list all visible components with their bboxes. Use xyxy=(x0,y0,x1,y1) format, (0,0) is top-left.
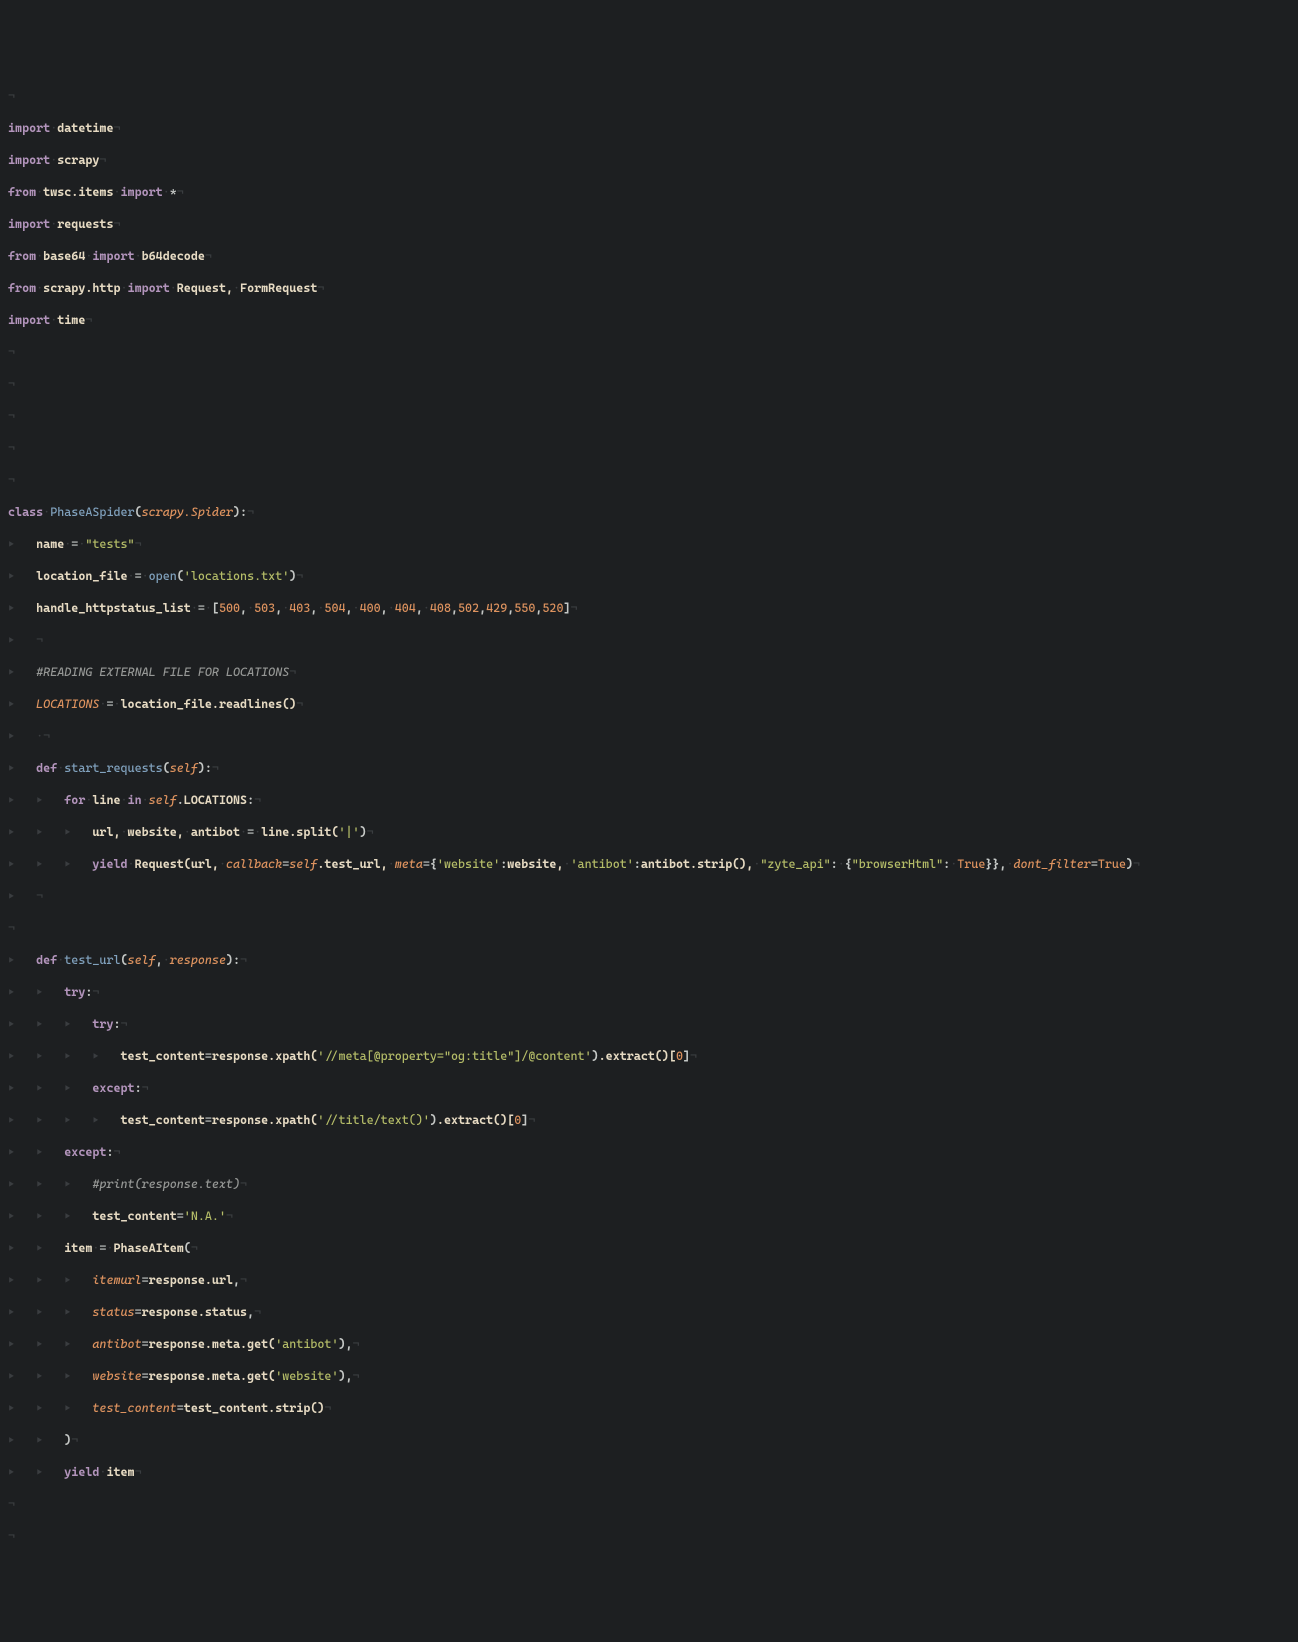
code-line: ▸ ▸ ▸ except:¬ xyxy=(8,1080,1290,1096)
code-line: ▸ ▸ except:¬ xyxy=(8,1144,1290,1160)
code-line: ▸ ▸ ▸ itemurl=response.url,¬ xyxy=(8,1272,1290,1288)
code-line: ▸ #READING EXTERNAL FILE FOR LOCATIONS¬ xyxy=(8,664,1290,680)
open-arg: 'locations.txt' xyxy=(184,569,289,583)
class-name: PhaseASpider xyxy=(50,505,134,519)
code-line: class·PhaseASpider(scrapy.Spider):¬ xyxy=(8,504,1290,520)
code-line: ▸ ▸ try:¬ xyxy=(8,984,1290,1000)
code-line: ¬ xyxy=(8,920,1290,936)
code-line: ▸ ▸ ▸ #print(response.text)¬ xyxy=(8,1176,1290,1192)
class-base: scrapy.Spider xyxy=(142,505,233,519)
code-line: ¬ xyxy=(8,376,1290,392)
code-line: ▸ ▸ item·=·PhaseAItem(¬ xyxy=(8,1240,1290,1256)
code-line: from·scrapy.http·import·Request,·FormReq… xyxy=(8,280,1290,296)
newline-marker: ¬ xyxy=(8,89,15,103)
code-line: ▸ def·test_url(self,·response):¬ xyxy=(8,952,1290,968)
code-line: ▸ ▸ for·line·in·self.LOCATIONS:¬ xyxy=(8,792,1290,808)
code-line: ▸ ▸ ▸ url,·website,·antibot·=·line.split… xyxy=(8,824,1290,840)
code-line: ▸ ▸ )¬ xyxy=(8,1432,1290,1448)
code-line: import·datetime¬ xyxy=(8,120,1290,136)
code-line: ▸ ▸ ▸ website=response.meta.get('website… xyxy=(8,1368,1290,1384)
code-line: ¬ xyxy=(8,344,1290,360)
name-value: "tests" xyxy=(85,537,134,551)
code-line: ▸ ▸ ▸ status=response.status,¬ xyxy=(8,1304,1290,1320)
na-value: 'N.A.' xyxy=(184,1209,226,1223)
code-line: ▸ name·=·"tests"¬ xyxy=(8,536,1290,552)
code-line: ¬ xyxy=(8,408,1290,424)
code-line: ▸ def·start_requests(self):¬ xyxy=(8,760,1290,776)
code-line: ¬ xyxy=(8,88,1290,104)
code-line: from·twsc.items·import·*¬ xyxy=(8,184,1290,200)
item-class: PhaseAItem xyxy=(113,1241,183,1255)
xpath2: '//title/text()' xyxy=(317,1113,430,1127)
code-editor[interactable]: ¬ import·datetime¬ import·scrapy¬ from·t… xyxy=(8,72,1290,1560)
code-line: import·requests¬ xyxy=(8,216,1290,232)
code-line: ▸ ▸ ▸ test_content='N.A.'¬ xyxy=(8,1208,1290,1224)
code-line: ▸ ▸ ▸ yield·Request(url,·callback=self.t… xyxy=(8,856,1290,872)
code-line: import·time¬ xyxy=(8,312,1290,328)
code-line: ▸ ▸ ▸ test_content=test_content.strip()¬ xyxy=(8,1400,1290,1416)
xpath1: '//meta[@property="og:title"]/@content' xyxy=(317,1049,591,1063)
code-line: ¬ xyxy=(8,1496,1290,1512)
code-line: ¬ xyxy=(8,1528,1290,1544)
code-line: ▸ ▸ ▸ try:¬ xyxy=(8,1016,1290,1032)
code-line: ▸ location_file·=·open('locations.txt')¬ xyxy=(8,568,1290,584)
code-line: import·scrapy¬ xyxy=(8,152,1290,168)
comment-reading: #READING EXTERNAL FILE FOR LOCATIONS xyxy=(36,665,289,679)
code-line: ▸ ▸ ▸ ▸ test_content=response.xpath('//m… xyxy=(8,1048,1290,1064)
code-line: ▸ ▸ yield·item¬ xyxy=(8,1464,1290,1480)
code-line: ▸ ·¬ xyxy=(8,728,1290,744)
code-line: ▸ ¬ xyxy=(8,632,1290,648)
code-line: ▸ ▸ ▸ antibot=response.meta.get('antibot… xyxy=(8,1336,1290,1352)
code-line: ¬ xyxy=(8,472,1290,488)
code-line: ▸ LOCATIONS·=·location_file.readlines()¬ xyxy=(8,696,1290,712)
code-line: from·base64·import·b64decode¬ xyxy=(8,248,1290,264)
code-line: ▸ handle_httpstatus_list·=·[500,·503,·40… xyxy=(8,600,1290,616)
code-line: ▸ ▸ ▸ ▸ test_content=response.xpath('//t… xyxy=(8,1112,1290,1128)
code-line: ¬ xyxy=(8,440,1290,456)
comment-print: #print(response.text) xyxy=(92,1177,240,1191)
code-line: ▸ ¬ xyxy=(8,888,1290,904)
